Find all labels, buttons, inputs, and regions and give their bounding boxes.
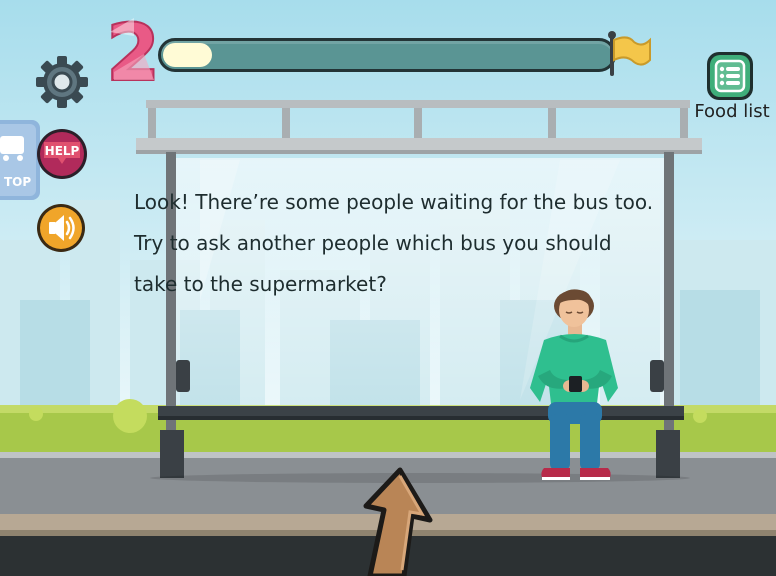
- dialog-line-3: take to the supermarket?: [134, 272, 387, 296]
- progress-bar: [158, 38, 616, 72]
- goal-flag-icon: [608, 31, 651, 76]
- progress-fill: [163, 43, 212, 67]
- level-number: 2: [105, 14, 161, 84]
- list-icon: [719, 66, 740, 86]
- phone-icon: [569, 376, 582, 392]
- arrow-up-icon[interactable]: [356, 466, 436, 576]
- game-scene: TOP 2 Food list HELP Look! There’re some…: [0, 0, 776, 576]
- dialog-line-2: Try to ask another people which bus you …: [134, 231, 612, 255]
- gear-icon[interactable]: [34, 54, 90, 110]
- help-button[interactable]: HELP: [36, 128, 88, 180]
- help-label: HELP: [45, 144, 80, 158]
- bus-stop-sign: TOP: [0, 120, 40, 200]
- food-list-button[interactable]: [706, 51, 754, 101]
- dialog-line-1: Look! There’re some people waiting for t…: [134, 190, 654, 214]
- bus-stop-sign-text: TOP: [4, 175, 31, 189]
- food-list-label: Food list: [694, 101, 770, 122]
- waiting-person: [530, 289, 618, 480]
- speaker-icon[interactable]: [36, 203, 86, 253]
- dialog-text: Look! There’re some people waiting for t…: [134, 182, 734, 305]
